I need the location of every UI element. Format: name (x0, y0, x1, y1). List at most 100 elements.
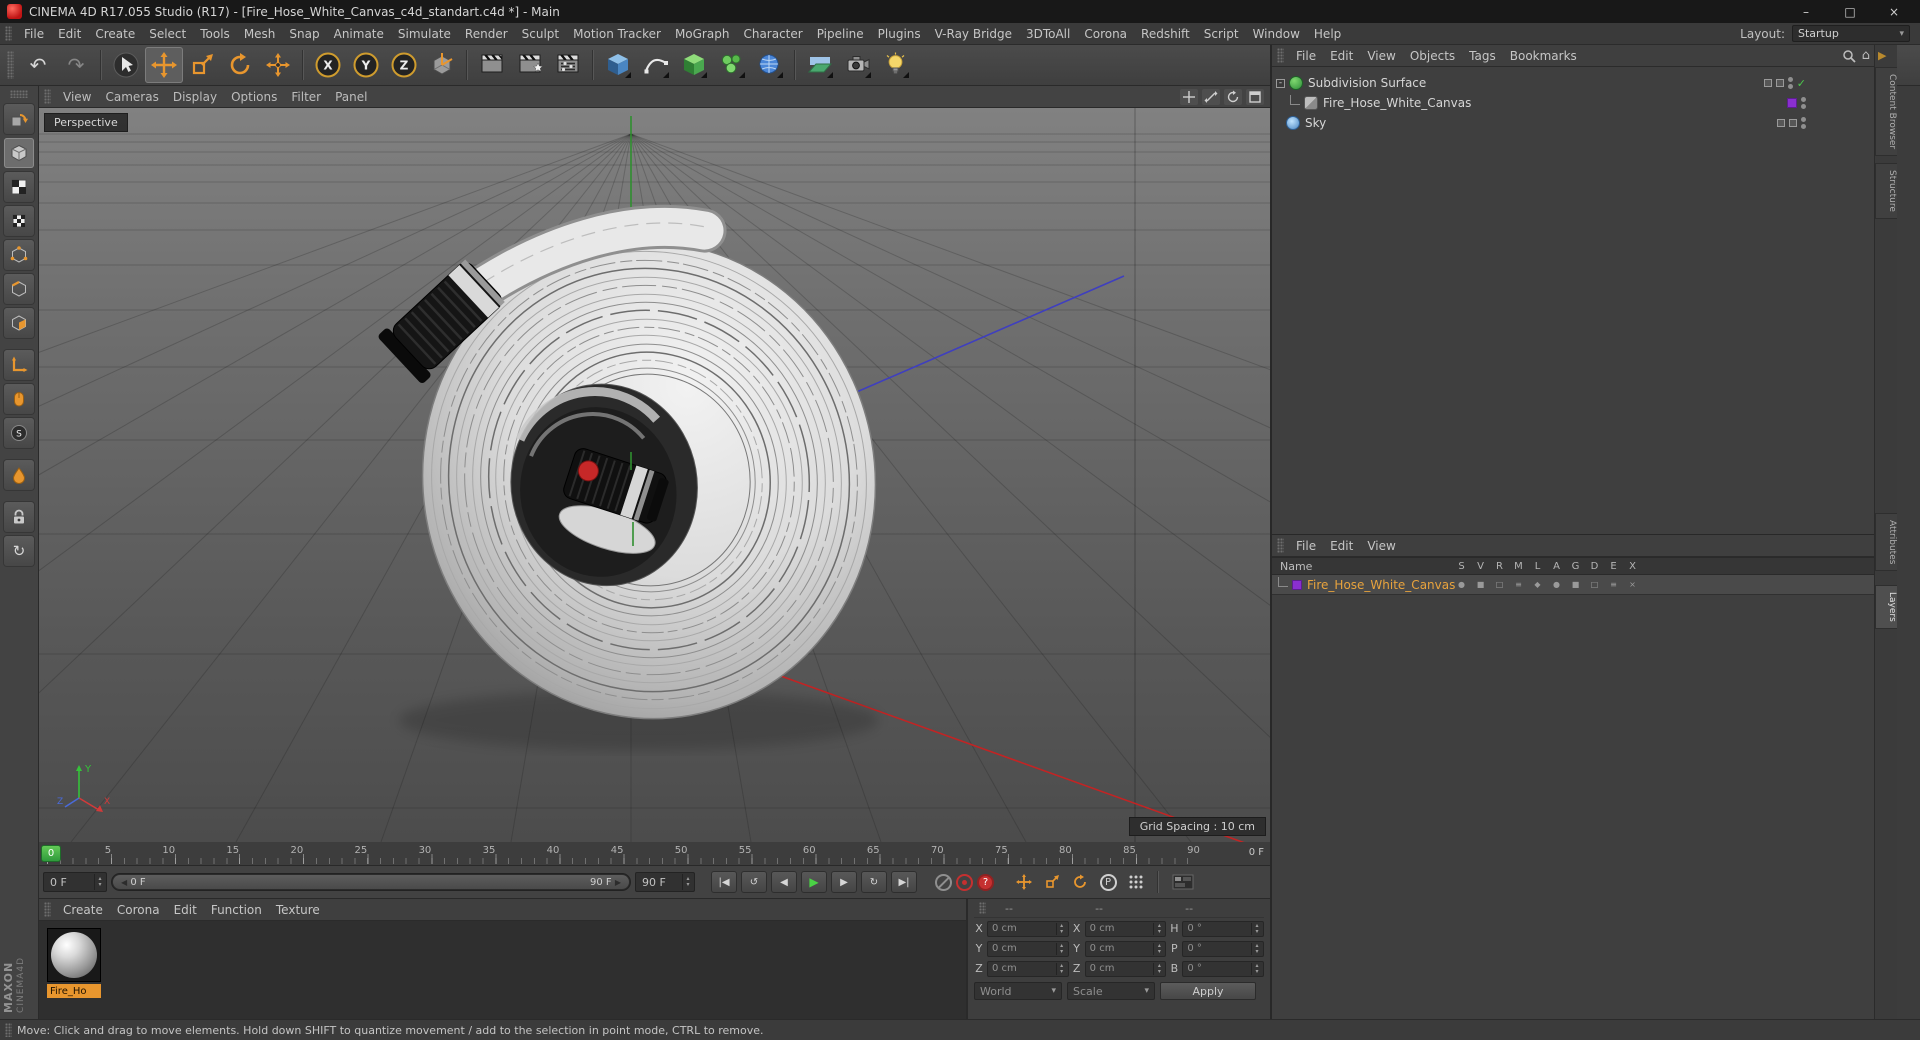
menu-item[interactable]: MoGraph (668, 27, 737, 41)
rot-h-field[interactable]: 0 ° ▴ ▾ (1182, 920, 1265, 937)
layer-flag-cell[interactable]: ● (1547, 580, 1566, 589)
scale-tool-button[interactable] (183, 47, 221, 83)
coordinates-column-header[interactable]: -- (1081, 902, 1171, 915)
viewport-canvas[interactable]: Perspective Grid Spacing : 10 cm Y X Z (39, 108, 1270, 842)
rot-p-stepper[interactable]: ▴ ▾ (1251, 942, 1262, 955)
paint-tool-button[interactable] (4, 460, 34, 490)
enable-axis-button[interactable] (4, 350, 34, 380)
layer-flag-cell[interactable]: ◆ (1528, 580, 1547, 589)
pos-x-field[interactable]: 0 cm ▴ ▾ (987, 920, 1069, 937)
layer-name[interactable]: Fire_Hose_White_Canvas (1307, 578, 1455, 592)
menu-item[interactable]: 3DToAll (1019, 27, 1077, 41)
menu-item[interactable]: Window (1246, 27, 1307, 41)
layer-manager-menu-item[interactable]: View (1360, 539, 1402, 553)
layer-column-header[interactable]: L (1528, 561, 1547, 572)
layer-flag-cell[interactable]: ≡ (1509, 580, 1528, 589)
layout-dropdown[interactable]: Startup ▾ (1792, 25, 1910, 42)
layer-flag-cell[interactable]: ■ (1566, 580, 1585, 589)
object-manager-menu-item[interactable]: File (1289, 49, 1323, 63)
key-rotation-toggle[interactable] (1068, 871, 1092, 893)
menu-grip[interactable] (5, 26, 12, 41)
layer-column-header[interactable]: V (1471, 561, 1490, 572)
close-button[interactable]: × (1872, 0, 1916, 23)
menu-item[interactable]: Animate (327, 27, 391, 41)
layer-toggle-icon[interactable] (1763, 79, 1772, 87)
add-cube-button[interactable] (599, 47, 637, 83)
camera-label[interactable]: Perspective (44, 113, 128, 132)
coordinate-system-button[interactable] (423, 47, 461, 83)
make-editable-button[interactable] (4, 104, 34, 134)
rot-b-field[interactable]: 0 ° ▴ ▾ (1182, 960, 1265, 977)
object-name[interactable]: Fire_Hose_White_Canvas (1323, 96, 1471, 110)
object-manager-menu-item[interactable]: Tags (1462, 49, 1503, 63)
add-camera-button[interactable] (839, 47, 877, 83)
material-menu-item[interactable]: Texture (269, 903, 327, 917)
render-view-button[interactable] (473, 47, 511, 83)
size-y-field[interactable]: 0 cm ▴ ▾ (1084, 940, 1167, 957)
tab-content-browser[interactable]: Content Browser (1875, 67, 1897, 157)
layer-flag-cell[interactable]: ● (1452, 580, 1471, 589)
menu-item[interactable]: Corona (1077, 27, 1134, 41)
layer-color-icon[interactable] (1292, 579, 1302, 590)
add-floor-button[interactable] (801, 47, 839, 83)
snap-settings-button[interactable]: S (4, 418, 34, 448)
material-item[interactable]: Fire_Ho (47, 928, 101, 998)
points-mode-button[interactable] (4, 240, 34, 270)
pos-x-stepper[interactable]: ▴ ▾ (1055, 922, 1067, 935)
workplane-rotate-button[interactable]: ↻ (4, 536, 34, 566)
expander-icon[interactable]: - (1276, 78, 1285, 88)
keyframe-selection-button[interactable]: ? (977, 873, 994, 891)
pos-y-stepper[interactable]: ▴ ▾ (1055, 942, 1067, 955)
material-grip[interactable] (44, 902, 51, 917)
dock-options-icon[interactable]: ▶ (1878, 49, 1886, 62)
layer-column-header[interactable]: R (1490, 561, 1509, 572)
material-menu-item[interactable]: Corona (110, 903, 167, 917)
layer-flag-cell[interactable]: × (1623, 580, 1642, 589)
move-tool-button[interactable] (145, 47, 183, 83)
loop-button[interactable]: ↻ (861, 871, 887, 893)
visibility-dots[interactable] (1787, 77, 1793, 89)
layer-manager-menu-item[interactable]: File (1289, 539, 1323, 553)
search-icon[interactable] (1842, 49, 1856, 63)
viewport-zoom-button[interactable] (1202, 88, 1220, 105)
material-menu-item[interactable]: Function (204, 903, 269, 917)
object-manager-menu-item[interactable]: View (1360, 49, 1402, 63)
name-column-header[interactable]: Name (1272, 560, 1312, 573)
viewport-menu-item[interactable]: Panel (328, 90, 374, 104)
pos-z-stepper[interactable]: ▴ ▾ (1055, 962, 1067, 975)
key-parameter-toggle[interactable]: P (1096, 871, 1120, 893)
model-mode-button[interactable] (4, 138, 34, 168)
add-deformer-button[interactable] (751, 47, 789, 83)
range-slider-bar[interactable]: ◀ 0 F 90 F ▶ (113, 875, 629, 889)
viewport-rotate-button[interactable] (1224, 88, 1242, 105)
keyframe-selection-grid-button[interactable] (1124, 871, 1148, 893)
texture-mode-button[interactable] (4, 172, 34, 202)
add-mograph-button[interactable] (713, 47, 751, 83)
menu-item[interactable]: Sculpt (515, 27, 566, 41)
minimize-button[interactable]: – (1784, 0, 1828, 23)
object-row-subdivision[interactable]: - Subdivision Surface ✓ (1272, 73, 1876, 93)
layer-column-header[interactable]: D (1585, 561, 1604, 572)
material-tag-icon[interactable] (1787, 98, 1797, 108)
size-z-stepper[interactable]: ▴ ▾ (1153, 962, 1164, 975)
enabled-check-icon[interactable]: ✓ (1797, 77, 1806, 90)
layer-column-header[interactable]: A (1547, 561, 1566, 572)
viewport-grip[interactable] (44, 89, 51, 104)
menu-item[interactable]: Snap (282, 27, 326, 41)
layer-manager-grip[interactable] (1277, 538, 1284, 553)
mode-toolbar-grip[interactable] (10, 90, 28, 98)
play-backwards-button[interactable]: ↺ (741, 871, 767, 893)
material-menu-item[interactable]: Create (56, 903, 110, 917)
undo-button[interactable]: ↶ (19, 47, 57, 83)
object-row-hose[interactable]: Fire_Hose_White_Canvas (1272, 93, 1876, 113)
lock-z-axis-button[interactable]: Z (385, 47, 423, 83)
viewport-menu-item[interactable]: Options (224, 90, 284, 104)
menu-item[interactable]: Simulate (391, 27, 458, 41)
viewport-maximize-button[interactable] (1246, 88, 1264, 105)
rotate-tool-button[interactable] (221, 47, 259, 83)
tab-attributes[interactable]: Attributes (1875, 513, 1897, 572)
pos-z-field[interactable]: 0 cm ▴ ▾ (987, 960, 1069, 977)
toolbar-grip[interactable] (7, 51, 14, 79)
menu-item[interactable]: Motion Tracker (566, 27, 668, 41)
size-y-stepper[interactable]: ▴ ▾ (1153, 942, 1164, 955)
